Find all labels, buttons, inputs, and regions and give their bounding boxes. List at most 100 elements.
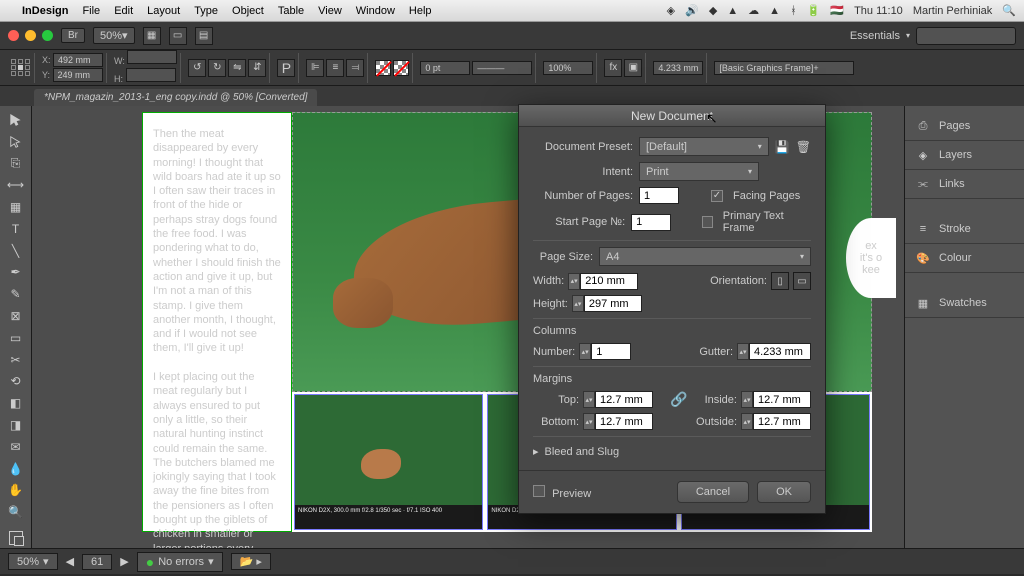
h-field[interactable]	[126, 68, 176, 82]
screen-mode-icon[interactable]: ▭	[169, 27, 187, 45]
rotate-cw-icon[interactable]: ↻	[208, 59, 226, 77]
arrange-icon[interactable]: ▤	[195, 27, 213, 45]
line-tool[interactable]: ╲	[4, 241, 28, 261]
transform-tool[interactable]: ⟲	[4, 372, 28, 392]
scale-x-field[interactable]: 100%	[543, 61, 593, 75]
facing-pages-checkbox[interactable]	[711, 190, 723, 202]
sound-icon[interactable]: 🔊	[685, 4, 699, 17]
gradient-feather-tool[interactable]: ◨	[4, 415, 28, 435]
start-page-input[interactable]	[631, 214, 671, 231]
menu-file[interactable]: File	[82, 5, 100, 17]
effects-icon[interactable]: fx	[604, 59, 622, 77]
close-icon[interactable]	[8, 30, 19, 41]
pencil-tool[interactable]: ✎	[4, 284, 28, 304]
margin-bottom-input[interactable]	[595, 413, 653, 430]
pen-tool[interactable]: ✒	[4, 263, 28, 283]
user-name[interactable]: Martin Perhiniak	[913, 5, 992, 17]
cloud-icon[interactable]: ☁	[748, 4, 759, 17]
zoom-icon[interactable]	[42, 30, 53, 41]
paragraph-icon[interactable]: P	[277, 59, 295, 77]
menu-view[interactable]: View	[318, 5, 342, 17]
stroke-swatch[interactable]	[393, 60, 409, 76]
menu-type[interactable]: Type	[194, 5, 218, 17]
zoom-tool[interactable]: 🔍	[4, 502, 28, 522]
page-tool[interactable]: ⎘	[4, 154, 28, 174]
wifi-icon[interactable]: ◈	[667, 4, 675, 17]
height-input[interactable]	[584, 295, 642, 312]
w-field[interactable]	[127, 50, 177, 64]
stepper-icon[interactable]: ▴▾	[741, 413, 753, 430]
menu-layout[interactable]: Layout	[147, 5, 180, 17]
delete-preset-icon[interactable]: 🗑	[796, 140, 811, 154]
stepper-icon[interactable]: ▴▾	[737, 343, 749, 360]
col-number-input[interactable]	[591, 343, 631, 360]
stepper-icon[interactable]: ▴▾	[741, 391, 753, 408]
open-file-icon[interactable]: 📂 ▸	[231, 553, 271, 570]
gradient-swatch-tool[interactable]: ◧	[4, 393, 28, 413]
page-number[interactable]: 61	[82, 554, 112, 570]
intent-select[interactable]: Print	[639, 162, 759, 181]
workspace-switcher[interactable]: Essentials	[850, 30, 900, 42]
margin-inside-input[interactable]	[753, 391, 811, 408]
wrap-icon[interactable]: ▣	[624, 59, 642, 77]
margin-outside-input[interactable]	[753, 413, 811, 430]
primary-text-frame-checkbox[interactable]	[702, 216, 713, 228]
content-collector-tool[interactable]: ▦	[4, 197, 28, 217]
view-options-icon[interactable]: ▦	[143, 27, 161, 45]
portrait-icon[interactable]: ▯	[771, 272, 789, 290]
hand-tool[interactable]: ✋	[4, 481, 28, 501]
margin-top-input[interactable]	[595, 391, 653, 408]
zoom-level[interactable]: 50% ▾	[93, 27, 135, 44]
page-nav-next-icon[interactable]: ▶	[120, 555, 128, 568]
battery-icon[interactable]: 🔋	[807, 4, 821, 17]
align-right-icon[interactable]: ⫤	[346, 59, 364, 77]
clock[interactable]: Thu 11:10	[854, 5, 903, 17]
menu-object[interactable]: Object	[232, 5, 264, 17]
adobe-icon[interactable]: ▲	[727, 5, 738, 17]
preflight-status[interactable]: ● No errors ▾	[137, 552, 223, 572]
eyedropper-tool[interactable]: 💧	[4, 459, 28, 479]
menu-help[interactable]: Help	[409, 5, 432, 17]
type-tool[interactable]: T	[4, 219, 28, 239]
menu-edit[interactable]: Edit	[114, 5, 133, 17]
direct-selection-tool[interactable]	[4, 132, 28, 152]
width-input[interactable]	[580, 273, 638, 290]
disclosure-icon[interactable]: ▸	[533, 445, 539, 458]
swatches-panel[interactable]: ▦Swatches	[905, 289, 1024, 318]
page-nav-prev-icon[interactable]: ◀	[66, 555, 74, 568]
object-style[interactable]: [Basic Graphics Frame]+	[714, 61, 854, 75]
bridge-button[interactable]: Br	[61, 28, 85, 43]
gap-field[interactable]: 4.233 mm	[653, 61, 703, 75]
rectangle-tool[interactable]: ▭	[4, 328, 28, 348]
page-size-select[interactable]: A4	[599, 247, 811, 266]
app-name[interactable]: InDesign	[22, 5, 68, 17]
flip-h-icon[interactable]: ⇋	[228, 59, 246, 77]
colour-panel[interactable]: 🎨Colour	[905, 244, 1024, 273]
align-center-icon[interactable]: ≡	[326, 59, 344, 77]
selection-tool[interactable]	[4, 110, 28, 130]
x-field[interactable]: 492 mm	[53, 53, 103, 67]
menu-window[interactable]: Window	[356, 5, 395, 17]
menu-table[interactable]: Table	[278, 5, 304, 17]
rectangle-frame-tool[interactable]: ⊠	[4, 306, 28, 326]
fill-stroke-proxy[interactable]	[4, 528, 28, 548]
preview-checkbox[interactable]	[533, 485, 545, 497]
ok-button[interactable]: OK	[757, 481, 811, 503]
flip-v-icon[interactable]: ⇵	[248, 59, 266, 77]
pages-panel[interactable]: ⎙Pages	[905, 112, 1024, 141]
note-tool[interactable]: ✉	[4, 437, 28, 457]
stepper-icon[interactable]: ▴▾	[579, 343, 591, 360]
reference-point[interactable]	[11, 59, 31, 76]
drive-icon[interactable]: ▲	[769, 5, 780, 17]
minimize-icon[interactable]	[25, 30, 36, 41]
stepper-icon[interactable]: ▴▾	[572, 295, 584, 312]
rotate-ccw-icon[interactable]: ↺	[188, 59, 206, 77]
layers-panel[interactable]: ◈Layers	[905, 141, 1024, 170]
dropbox-icon[interactable]: ◆	[709, 4, 717, 17]
text-column[interactable]: Then the meat disappeared by every morni…	[142, 112, 292, 532]
y-field[interactable]: 249 mm	[53, 68, 103, 82]
cancel-button[interactable]: Cancel	[677, 481, 749, 503]
stepper-icon[interactable]: ▴▾	[583, 391, 595, 408]
num-pages-input[interactable]	[639, 187, 679, 204]
save-preset-icon[interactable]: 💾	[775, 140, 790, 154]
